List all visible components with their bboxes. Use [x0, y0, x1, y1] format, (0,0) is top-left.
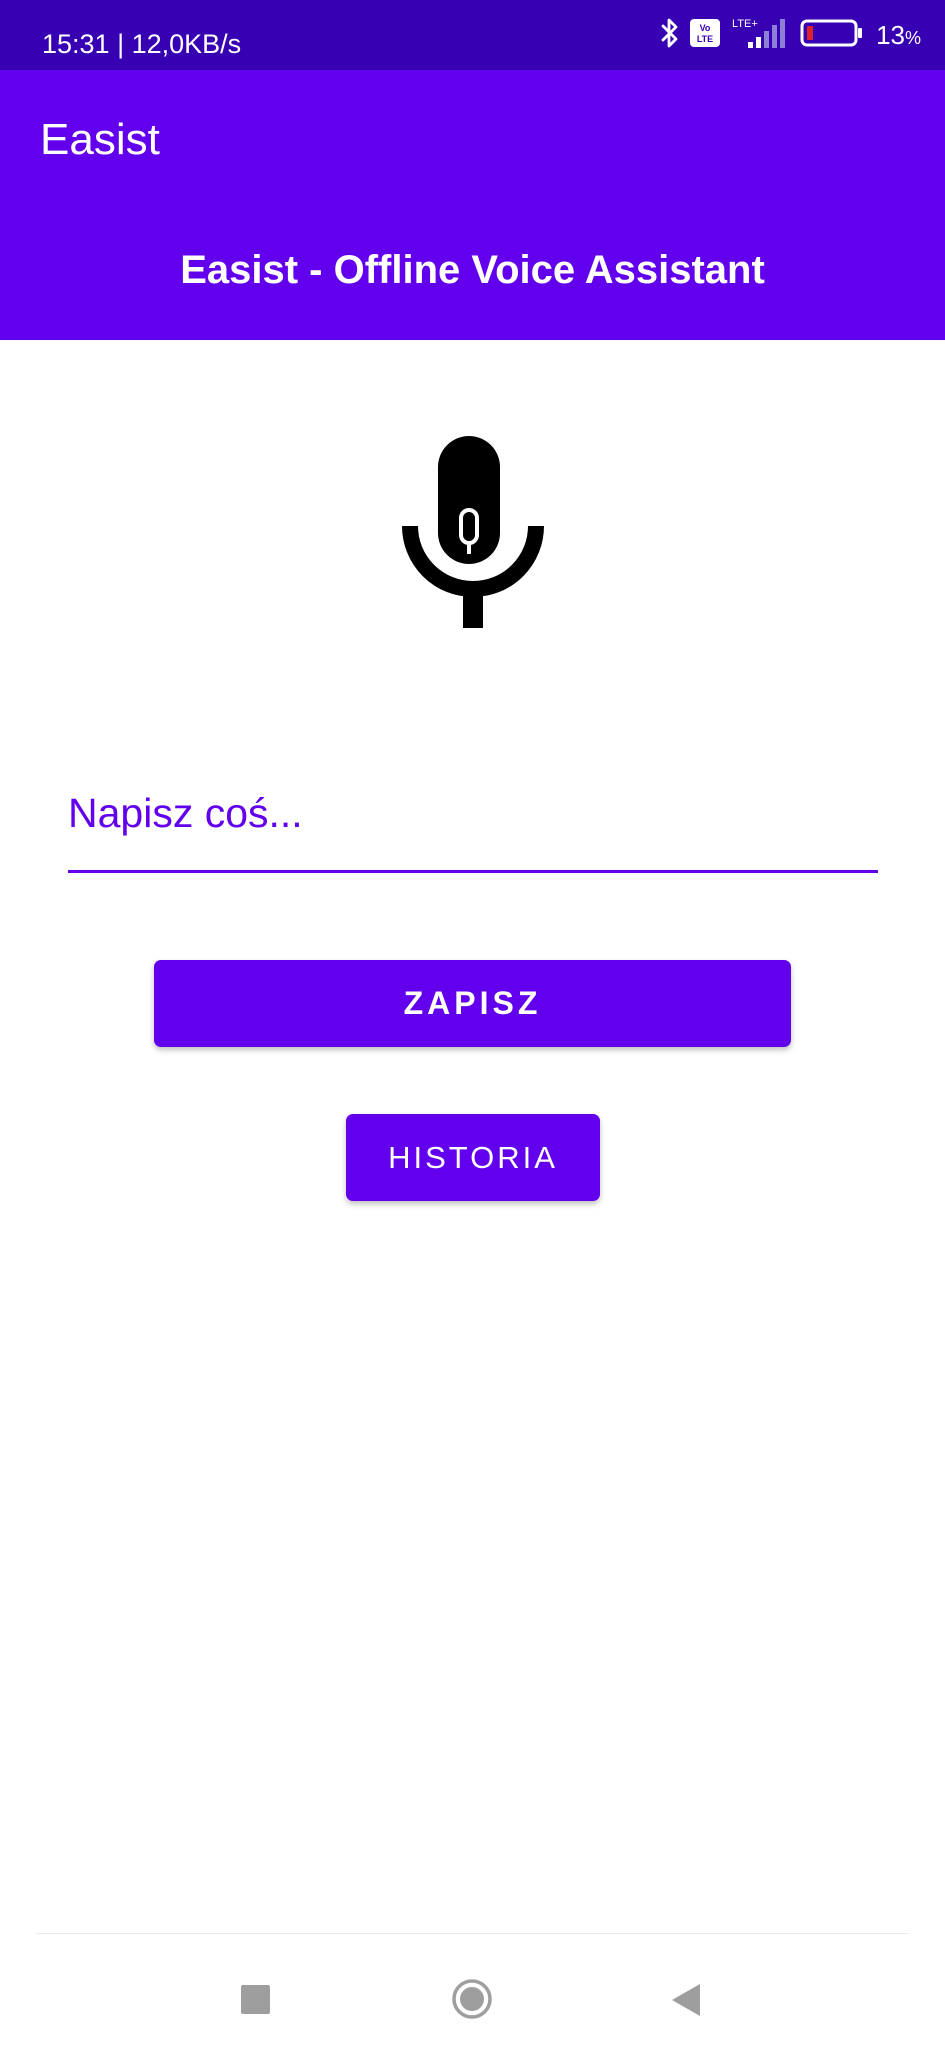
home-icon[interactable]	[451, 1978, 493, 2020]
app-title: Easist	[40, 115, 160, 164]
signal-icon: LTE+	[730, 16, 790, 55]
app-bar: Easist Easist - Offline Voice Assistant	[0, 70, 945, 340]
text-input-field[interactable]	[68, 770, 878, 873]
back-icon[interactable]	[671, 1983, 701, 2017]
status-time-speed: 15:31 | 12,0KB/s	[42, 29, 242, 59]
status-icons: Vo LTE LTE+ 13%	[660, 0, 921, 70]
microphone-icon[interactable]	[402, 436, 544, 628]
text-input[interactable]	[68, 770, 878, 856]
app-subtitle: Easist - Offline Voice Assistant	[180, 248, 765, 292]
battery-icon	[800, 18, 864, 53]
status-bar: 15:31 | 12,0KB/s Vo LTE LTE+ 13%	[0, 0, 945, 70]
save-button[interactable]: ZAPISZ	[154, 960, 791, 1047]
svg-text:Vo: Vo	[700, 23, 711, 33]
bluetooth-icon	[660, 17, 680, 54]
network-label: LTE+	[732, 18, 758, 30]
history-button[interactable]: HISTORIA	[346, 1114, 600, 1201]
battery-percent: 13%	[876, 19, 921, 50]
svg-text:LTE: LTE	[697, 34, 713, 44]
navigation-bar	[0, 1934, 945, 2048]
recents-icon[interactable]	[241, 1985, 270, 2014]
volte-icon: Vo LTE	[690, 18, 721, 52]
